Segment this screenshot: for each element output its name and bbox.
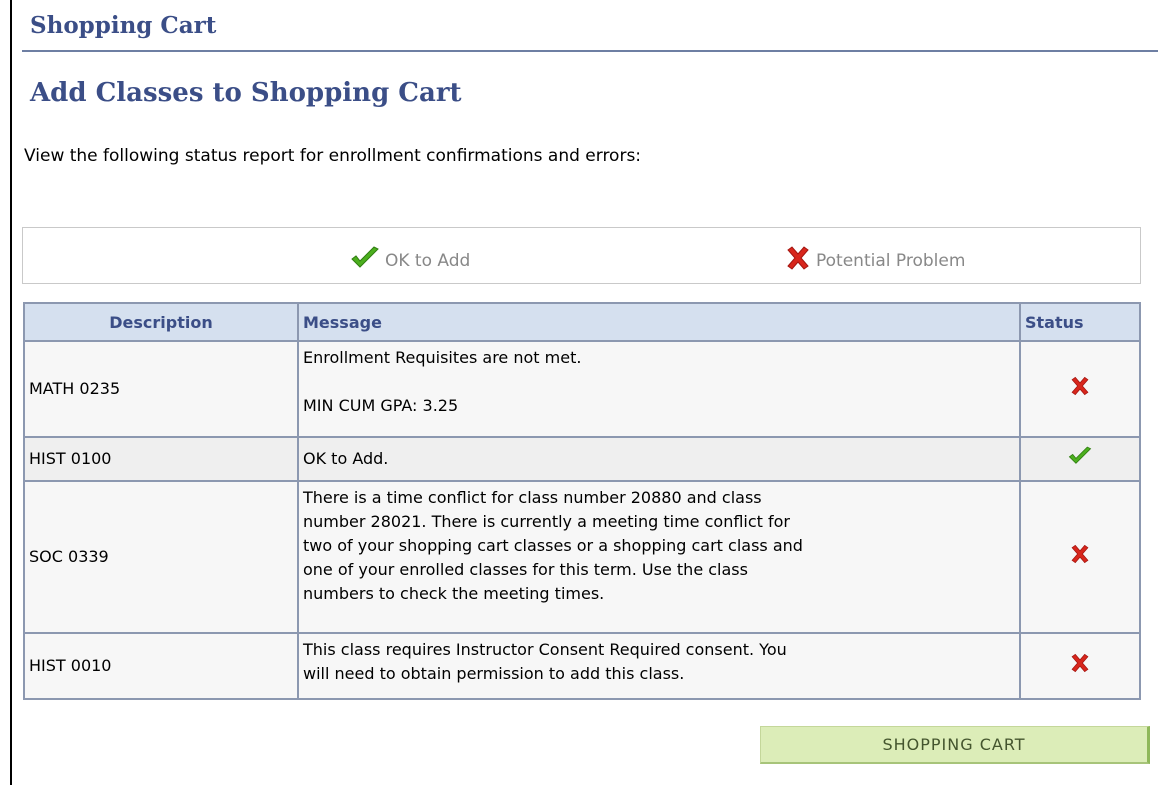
- legend-problem-label: Potential Problem: [816, 250, 966, 271]
- checkmark-icon: [349, 245, 385, 276]
- message-line: will need to obtain permission to add th…: [303, 664, 685, 683]
- message-line: This class requires Instructor Consent R…: [303, 640, 787, 659]
- status-cell: [1019, 632, 1141, 700]
- x-icon: [1069, 653, 1091, 678]
- message-cell: This class requires Instructor Consent R…: [297, 632, 1021, 700]
- column-header-message: Message: [297, 302, 1021, 342]
- checkmark-icon: [1067, 446, 1093, 471]
- page-title: Shopping Cart: [30, 12, 217, 39]
- message-cell: Enrollment Requisites are not met. MIN C…: [297, 340, 1021, 438]
- description-cell: SOC 0339: [23, 480, 299, 634]
- message-line: Enrollment Requisites are not met.: [303, 348, 582, 367]
- title-divider: [22, 50, 1158, 52]
- table-header-row: Description Message Status: [23, 302, 1141, 342]
- description-cell: HIST 0010: [23, 632, 299, 700]
- status-legend: OK to Add Potential Problem: [22, 227, 1141, 284]
- message-cell: There is a time conflict for class numbe…: [297, 480, 1021, 634]
- legend-problem: Potential Problem: [784, 245, 965, 276]
- description-cell: MATH 0235: [23, 340, 299, 438]
- table-row: MATH 0235 Enrollment Requisites are not …: [23, 340, 1141, 438]
- x-icon: [1069, 544, 1091, 569]
- page: Shopping Cart Add Classes to Shopping Ca…: [0, 0, 1172, 785]
- status-cell: [1019, 480, 1141, 634]
- message-line: numbers to check the meeting times.: [303, 584, 605, 603]
- table-row: SOC 0339 There is a time conflict for cl…: [23, 480, 1141, 634]
- message-line: number 28021. There is currently a meeti…: [303, 512, 791, 531]
- x-icon: [1069, 376, 1091, 401]
- table-row: HIST 0100 OK to Add.: [23, 436, 1141, 482]
- message-cell: OK to Add.: [297, 436, 1021, 482]
- status-cell: [1019, 436, 1141, 482]
- intro-text: View the following status report for enr…: [24, 146, 642, 166]
- message-line: OK to Add.: [303, 449, 389, 468]
- message-line: MIN CUM GPA: 3.25: [303, 396, 459, 415]
- legend-ok: OK to Add: [349, 245, 470, 276]
- x-icon: [784, 245, 816, 276]
- column-header-status: Status: [1019, 302, 1141, 342]
- message-line: two of your shopping cart classes or a s…: [303, 536, 803, 555]
- message-line: one of your enrolled classes for this te…: [303, 560, 748, 579]
- table-row: HIST 0010 This class requires Instructor…: [23, 632, 1141, 700]
- description-cell: HIST 0100: [23, 436, 299, 482]
- legend-ok-label: OK to Add: [385, 250, 471, 271]
- status-table: Description Message Status MATH 0235 Enr…: [23, 302, 1141, 700]
- message-line: There is a time conflict for class numbe…: [303, 488, 762, 507]
- column-header-description: Description: [23, 302, 299, 342]
- status-cell: [1019, 340, 1141, 438]
- shopping-cart-button[interactable]: SHOPPING CART: [760, 726, 1150, 764]
- section-title: Add Classes to Shopping Cart: [30, 78, 462, 108]
- left-border: [10, 0, 12, 785]
